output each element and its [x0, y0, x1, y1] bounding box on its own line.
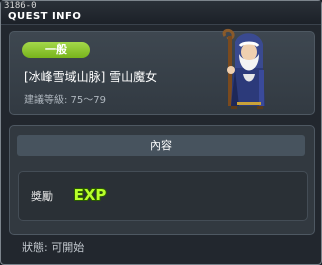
reward-box: 獎勵 EXP [18, 171, 308, 221]
content-section-header: 內容 [17, 135, 305, 156]
exp-reward-icon: EXP [73, 185, 108, 204]
quest-name: [冰峰雪域山脉] 雪山魔女 [24, 70, 158, 84]
reward-label: 獎勵 [31, 190, 53, 203]
window-title: QUEST INFO [8, 11, 82, 22]
quest-content-panel: 內容 獎勵 EXP [9, 125, 315, 235]
quest-id: 3186-0 [4, 1, 37, 11]
quest-info-window: 3186-0 QUEST INFO 一般 [冰峰雪域山脉] 雪山魔女 建議等級:… [0, 0, 322, 265]
quest-status: 狀態: 可開始 [22, 241, 85, 254]
quest-category-badge: 一般 [22, 42, 90, 58]
quest-header-panel: 一般 [冰峰雪域山脉] 雪山魔女 建議等級: 75～79 [9, 31, 315, 115]
title-bar[interactable]: 3186-0 QUEST INFO [1, 1, 321, 25]
exp-text: EXP [74, 186, 107, 204]
recommended-level: 建議等級: 75～79 [24, 95, 106, 106]
npc-wizard-icon [222, 28, 265, 109]
